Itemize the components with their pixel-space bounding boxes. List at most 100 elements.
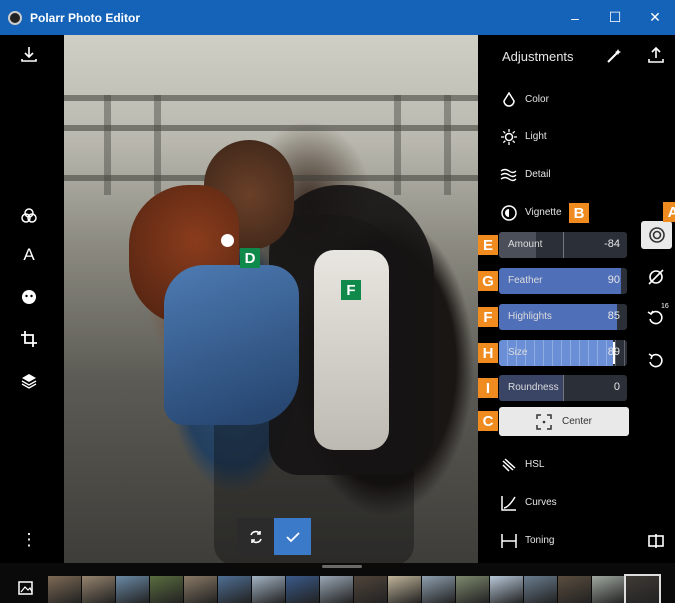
compare-icon[interactable] <box>645 266 667 288</box>
slider-value: 85 <box>607 310 620 322</box>
reset-icon <box>249 530 262 543</box>
filmstrip-thumbnail[interactable] <box>354 576 387 603</box>
check-icon <box>285 531 300 542</box>
filmstrip-thumbnail[interactable] <box>558 576 591 603</box>
woman-denim-jacket <box>164 265 299 425</box>
download-icon[interactable] <box>18 43 40 65</box>
center-target-icon <box>536 413 552 430</box>
window-title: Polarr Photo Editor <box>30 10 141 25</box>
menu-curves[interactable]: Curves <box>500 494 557 511</box>
reset-button[interactable] <box>237 518 274 555</box>
face-icon[interactable] <box>18 286 40 308</box>
filmstrip-thumbnail[interactable] <box>524 576 557 603</box>
text-icon[interactable]: A <box>18 244 40 266</box>
slider-label: Amount <box>508 239 543 250</box>
share-icon[interactable] <box>645 44 667 66</box>
filmstrip-thumbnail[interactable] <box>48 576 81 603</box>
menu-detail[interactable]: Detail <box>500 166 551 183</box>
badge-g: G <box>478 271 498 291</box>
mask-icon <box>648 227 665 243</box>
railing <box>64 95 478 101</box>
railing-post <box>154 95 161 195</box>
layers-icon[interactable] <box>18 370 40 392</box>
adjustments-panel: Adjustments Color Light Detail Vignette … <box>478 35 638 563</box>
hsl-icon <box>500 456 517 473</box>
slider-label: Roundness <box>508 382 559 393</box>
badge-i: I <box>478 378 498 398</box>
filmstrip-thumbnail[interactable] <box>218 576 251 603</box>
toning-icon <box>500 532 517 549</box>
slider-label: Highlights <box>508 311 552 322</box>
filmstrip-thumbnail[interactable] <box>286 576 319 603</box>
slider-label: Feather <box>508 275 543 286</box>
minimize-button[interactable]: – <box>555 0 595 35</box>
magic-wand-icon[interactable] <box>606 48 622 64</box>
badge-f-slider: F <box>478 307 498 327</box>
railing <box>64 125 478 131</box>
app-icon <box>8 10 22 25</box>
split-view-icon[interactable] <box>645 530 667 552</box>
menu-light[interactable]: Light <box>500 128 547 145</box>
filmstrip-thumbnail[interactable] <box>252 576 285 603</box>
menu-toning[interactable]: Toning <box>500 532 554 549</box>
filmstrip-thumbnail[interactable] <box>456 576 489 603</box>
mask-tool-button[interactable] <box>641 221 672 249</box>
color-drop-icon <box>500 91 517 108</box>
slider-value: 90 <box>607 274 620 286</box>
color-filter-icon[interactable] <box>18 205 40 227</box>
feather-slider[interactable]: Feather 90 <box>499 268 627 294</box>
badge-e: E <box>478 235 498 255</box>
maximize-button[interactable]: ☐ <box>595 0 635 35</box>
crop-icon[interactable] <box>18 328 40 350</box>
badge-h: H <box>478 343 498 363</box>
menu-color[interactable]: Color <box>500 91 549 108</box>
filmstrip-thumbnail[interactable] <box>624 574 661 603</box>
vignette-icon <box>500 204 517 221</box>
apply-button[interactable] <box>274 518 311 555</box>
confirm-group <box>237 518 311 555</box>
filmstrip-drag-handle[interactable] <box>322 565 362 568</box>
roundness-slider[interactable]: Roundness 0 <box>499 375 627 401</box>
filmstrip-thumbnail[interactable] <box>116 576 149 603</box>
railing-post <box>394 95 401 195</box>
history-count: 16 <box>661 303 669 310</box>
filmstrip-thumbnail[interactable] <box>150 576 183 603</box>
filmstrip-thumbnail[interactable] <box>422 576 455 603</box>
amount-slider[interactable]: Amount -84 <box>499 232 627 258</box>
photo-canvas[interactable]: D F <box>64 35 478 563</box>
right-toolbar: A 16 <box>638 35 675 563</box>
slider-value: 89 <box>607 346 620 358</box>
sun-icon <box>500 128 517 145</box>
filmstrip-thumbnail[interactable] <box>82 576 115 603</box>
railing-post <box>444 95 451 195</box>
slider-label: Size <box>508 347 528 358</box>
filmstrip-thumbnail[interactable] <box>388 576 421 603</box>
badge-b: B <box>569 203 589 223</box>
menu-hsl[interactable]: HSL <box>500 456 544 473</box>
menu-vignette[interactable]: Vignette <box>500 204 562 221</box>
size-slider[interactable]: Size 89 <box>499 340 627 366</box>
filmstrip-thumbnail[interactable] <box>490 576 523 603</box>
waves-icon <box>500 166 517 183</box>
more-icon[interactable]: ⋮ <box>18 529 40 551</box>
filmstrip-add-icon[interactable] <box>18 579 34 595</box>
slider-center-tick <box>563 232 564 258</box>
badge-f: F <box>341 280 361 300</box>
filmstrip-thumbnail[interactable] <box>320 576 353 603</box>
adjustments-title: Adjustments <box>502 49 574 64</box>
slider-value: -84 <box>604 238 620 250</box>
title-bar: Polarr Photo Editor – ☐ ✕ <box>0 0 675 35</box>
slider-value: 0 <box>613 381 620 393</box>
center-button[interactable]: Center <box>499 407 629 436</box>
badge-c: C <box>478 411 498 431</box>
undo-icon[interactable] <box>645 350 667 372</box>
railing-post <box>104 95 111 195</box>
slider-center-tick <box>563 375 564 401</box>
vignette-center-handle[interactable] <box>221 234 234 247</box>
filmstrip-thumbnail[interactable] <box>592 576 625 603</box>
filmstrip-thumbnail[interactable] <box>184 576 217 603</box>
badge-d: D <box>240 248 260 268</box>
highlights-slider[interactable]: Highlights 85 <box>499 304 627 330</box>
close-button[interactable]: ✕ <box>635 0 675 35</box>
badge-a: A <box>663 202 675 222</box>
